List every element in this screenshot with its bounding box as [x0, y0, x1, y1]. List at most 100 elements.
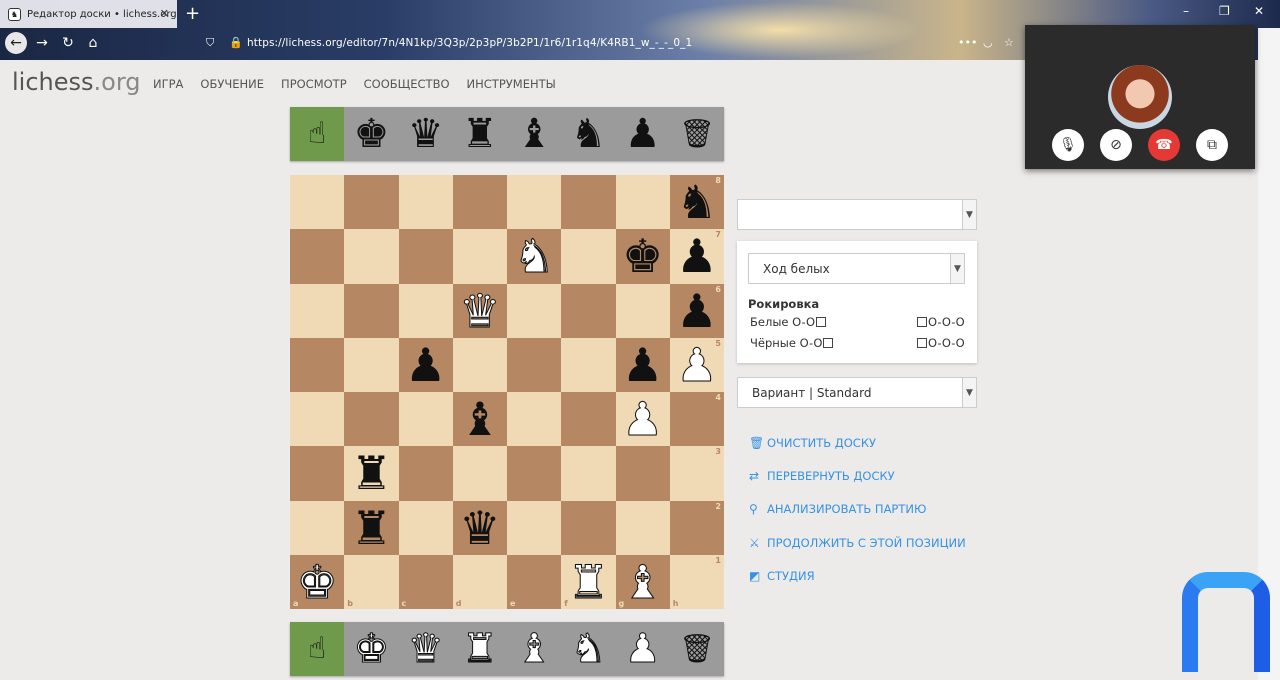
pointer-hand-icon[interactable]: ☝ [290, 107, 345, 161]
square-b8[interactable] [344, 175, 399, 230]
square-g6[interactable] [615, 283, 670, 338]
pointer-hand-icon[interactable]: ☝ [290, 622, 345, 676]
square-a8[interactable] [290, 175, 345, 230]
square-f8[interactable] [561, 175, 616, 230]
white-king-icon[interactable]: ♚ [344, 622, 398, 676]
square-b5[interactable] [344, 337, 399, 392]
square-c6[interactable] [398, 283, 453, 338]
home-icon[interactable]: ⌂ [82, 32, 104, 54]
nav-community[interactable]: СООБЩЕСТВО [364, 77, 450, 91]
square-d1[interactable]: d [452, 554, 507, 609]
black-king-icon[interactable]: ♚ [622, 233, 663, 279]
forward-icon[interactable]: → [31, 32, 53, 54]
restore-icon[interactable]: ❐ [1219, 4, 1230, 18]
square-c8[interactable] [398, 175, 453, 230]
back-icon[interactable]: ← [5, 32, 27, 54]
black-bishop-icon[interactable]: ♝ [507, 107, 561, 161]
bookmark-star-icon[interactable]: ☆ [1004, 36, 1014, 49]
action-trash[interactable]: 🗑 ОЧИСТИТЬ ДОСКУ [749, 426, 966, 459]
square-h2[interactable]: 2 [669, 500, 724, 555]
square-d3[interactable] [452, 446, 507, 501]
square-c3[interactable] [398, 446, 453, 501]
page-actions-icon[interactable]: ••• [958, 36, 977, 49]
square-h5[interactable]: ♟ 5 [669, 337, 724, 392]
chess-board[interactable]: ♞ 8 ♞ ♚ ♟ 7 ♛ ♟ 6 ♟ ♟ ♟ 5 ♝ ♟ 4 ♜ 3 ♜ ♛ 2 ♚ a b c d e ♜ f ♝ g 1 h [290, 175, 724, 609]
microphone-icon[interactable]: 🎙 [1052, 129, 1084, 161]
switch-window-icon[interactable]: ⧉ [1196, 129, 1228, 161]
nav-learn[interactable]: ОБУЧЕНИЕ [200, 77, 264, 91]
square-e8[interactable] [507, 175, 562, 230]
action-study[interactable]: ◩ СТУДИЯ [749, 559, 966, 592]
square-d4[interactable]: ♝ [452, 392, 507, 447]
black-pawn-icon[interactable]: ♟ [676, 233, 717, 279]
action-flip[interactable]: ⇄ ПЕРЕВЕРНУТЬ ДОСКУ [749, 459, 966, 492]
new-tab-icon[interactable]: + [185, 3, 200, 24]
square-g7[interactable]: ♚ [615, 229, 670, 284]
square-f5[interactable] [561, 337, 616, 392]
square-g8[interactable] [615, 175, 670, 230]
white-bishop-icon[interactable]: ♝ [507, 622, 561, 676]
square-b7[interactable] [344, 229, 399, 284]
square-e6[interactable] [507, 283, 562, 338]
square-b2[interactable]: ♜ [344, 500, 399, 555]
pocket-icon[interactable]: ◡ [983, 36, 993, 49]
trash-icon[interactable]: 🗑 [670, 107, 724, 161]
white-bishop-icon[interactable]: ♝ [621, 558, 663, 605]
square-h4[interactable]: 4 [669, 392, 724, 447]
white-king-icon[interactable]: ♚ [296, 558, 338, 605]
reload-icon[interactable]: ↻ [57, 32, 79, 54]
white-pawn-icon[interactable]: ♟ [621, 396, 663, 443]
black-pawn-icon[interactable]: ♟ [405, 342, 446, 388]
shield-icon[interactable]: ⛉ [206, 36, 214, 50]
white-ooo-toggle[interactable]: O-O-O [916, 315, 965, 329]
black-pawn-icon[interactable]: ♟ [676, 288, 717, 334]
square-d2[interactable]: ♛ [452, 500, 507, 555]
square-a6[interactable] [290, 283, 345, 338]
square-e1[interactable]: e [507, 554, 562, 609]
browser-tab[interactable]: ♞ Редактор доски • lichess.org ✕ [0, 0, 177, 28]
square-e4[interactable] [507, 392, 562, 447]
black-queen-icon[interactable]: ♛ [459, 505, 500, 551]
turn-select[interactable]: Ход белых ▼ [748, 253, 965, 284]
black-ooo-checkbox[interactable] [917, 338, 927, 348]
white-rook-icon[interactable]: ♜ [453, 622, 507, 676]
window-close-icon[interactable]: ✕ [1254, 4, 1264, 18]
black-oo-toggle[interactable]: Чёрные O-O [750, 336, 834, 350]
black-rook-icon[interactable]: ♜ [351, 450, 392, 496]
square-h8[interactable]: ♞ 8 [669, 175, 724, 230]
square-f6[interactable] [561, 283, 616, 338]
square-b4[interactable] [344, 392, 399, 447]
square-a2[interactable] [290, 500, 345, 555]
square-c7[interactable] [398, 229, 453, 284]
white-knight-icon[interactable]: ♞ [561, 622, 615, 676]
url-bar[interactable]: https://lichess.org/editor/7n/4N1kp/3Q3p… [247, 37, 692, 49]
square-a4[interactable] [290, 392, 345, 447]
white-queen-icon[interactable]: ♛ [459, 287, 501, 334]
black-rook-icon[interactable]: ♜ [351, 505, 392, 551]
white-rook-icon[interactable]: ♜ [567, 558, 609, 605]
black-bishop-icon[interactable]: ♝ [459, 396, 500, 442]
variant-select[interactable]: Вариант | Standard ▼ [737, 377, 977, 408]
square-f3[interactable] [561, 446, 616, 501]
black-rook-icon[interactable]: ♜ [453, 107, 507, 161]
black-knight-icon[interactable]: ♞ [676, 179, 717, 225]
square-f7[interactable] [561, 229, 616, 284]
nav-play[interactable]: ИГРА [153, 77, 183, 91]
square-e2[interactable] [507, 500, 562, 555]
square-e5[interactable] [507, 337, 562, 392]
square-d8[interactable] [452, 175, 507, 230]
square-c5[interactable]: ♟ [398, 337, 453, 392]
tab-close-icon[interactable]: ✕ [160, 7, 169, 20]
white-pawn-icon[interactable]: ♟ [676, 341, 718, 388]
square-a5[interactable] [290, 337, 345, 392]
square-c1[interactable]: c [398, 554, 453, 609]
nav-watch[interactable]: ПРОСМОТР [281, 77, 347, 91]
trash-icon[interactable]: 🗑 [670, 622, 724, 676]
action-swords[interactable]: ⚔ ПРОДОЛЖИТЬ С ЭТОЙ ПОЗИЦИИ [749, 526, 966, 559]
square-h3[interactable]: 3 [669, 446, 724, 501]
square-f2[interactable] [561, 500, 616, 555]
minimize-icon[interactable]: – [1183, 4, 1189, 18]
square-c2[interactable] [398, 500, 453, 555]
black-oo-checkbox[interactable] [823, 338, 834, 348]
action-microscope[interactable]: ⚲ АНАЛИЗИРОВАТЬ ПАРТИЮ [749, 493, 966, 526]
